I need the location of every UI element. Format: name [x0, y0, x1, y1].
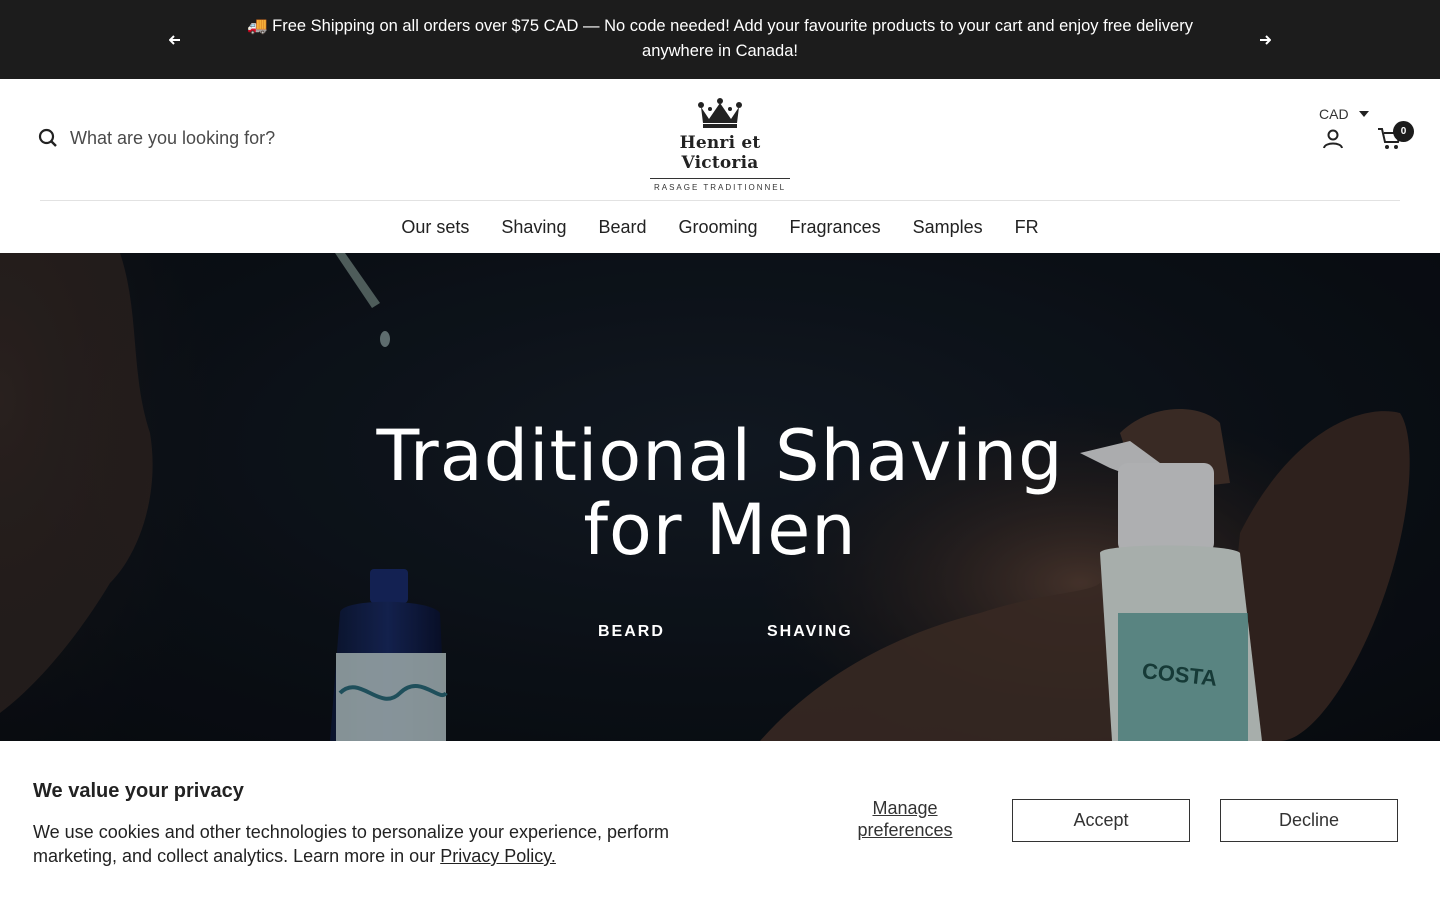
announcement-text: 🚚 Free Shipping on all orders over $75 C… — [247, 17, 1193, 60]
search-icon[interactable] — [38, 127, 60, 149]
previous-announcement-button[interactable] — [165, 30, 185, 50]
hero-title: Traditional Shaving for Men — [376, 415, 1064, 571]
cookie-description: We use cookies and other technologies to… — [33, 822, 670, 866]
decline-button[interactable]: Decline — [1220, 799, 1398, 842]
manage-preferences-link[interactable]: Manage preferences — [845, 797, 965, 841]
currency-label: CAD — [1319, 106, 1349, 122]
arrow-left-icon — [169, 35, 180, 45]
cookie-banner: We value your privacy We use cookies and… — [0, 741, 1440, 900]
hero-banner: COSTA Traditional Shaving for Men BEARD … — [0, 253, 1440, 741]
next-announcement-button[interactable] — [1255, 30, 1275, 50]
logo-divider — [650, 178, 790, 179]
currency-selector[interactable]: CAD — [1319, 106, 1369, 122]
main-navigation: Our sets Shaving Beard Grooming Fragranc… — [0, 201, 1440, 253]
arrow-right-icon — [1260, 35, 1271, 45]
nav-item-language-fr[interactable]: FR — [1015, 217, 1039, 238]
nav-item-grooming[interactable]: Grooming — [679, 217, 758, 238]
nav-item-our-sets[interactable]: Our sets — [401, 217, 469, 238]
announcement-bar: 🚚 Free Shipping on all orders over $75 C… — [0, 0, 1440, 79]
chevron-down-icon — [1358, 111, 1369, 117]
search-input[interactable] — [70, 127, 370, 149]
account-icon[interactable] — [1322, 128, 1344, 150]
cookie-title: We value your privacy — [33, 780, 244, 802]
accept-button[interactable]: Accept — [1012, 799, 1190, 842]
nav-item-fragrances[interactable]: Fragrances — [790, 217, 881, 238]
hero-link-shaving[interactable]: SHAVING — [767, 623, 853, 641]
logo-name: Henri et Victoria — [679, 133, 761, 173]
cookie-text: We use cookies and other technologies to… — [33, 820, 733, 868]
cart-count-badge: 0 — [1393, 121, 1414, 142]
nav-item-beard[interactable]: Beard — [598, 217, 646, 238]
brand-logo[interactable]: Henri et Victoria RASAGE TRADITIONNEL — [640, 97, 800, 192]
hero-link-beard[interactable]: BEARD — [598, 623, 665, 641]
site-header: Henri et Victoria RASAGE TRADITIONNEL CA… — [0, 79, 1440, 253]
crown-icon — [698, 98, 742, 128]
nav-item-shaving[interactable]: Shaving — [501, 217, 566, 238]
search-bar[interactable] — [38, 127, 370, 149]
privacy-policy-link[interactable]: Privacy Policy. — [440, 846, 556, 866]
logo-tagline: RASAGE TRADITIONNEL — [653, 183, 787, 192]
nav-item-samples[interactable]: Samples — [913, 217, 983, 238]
